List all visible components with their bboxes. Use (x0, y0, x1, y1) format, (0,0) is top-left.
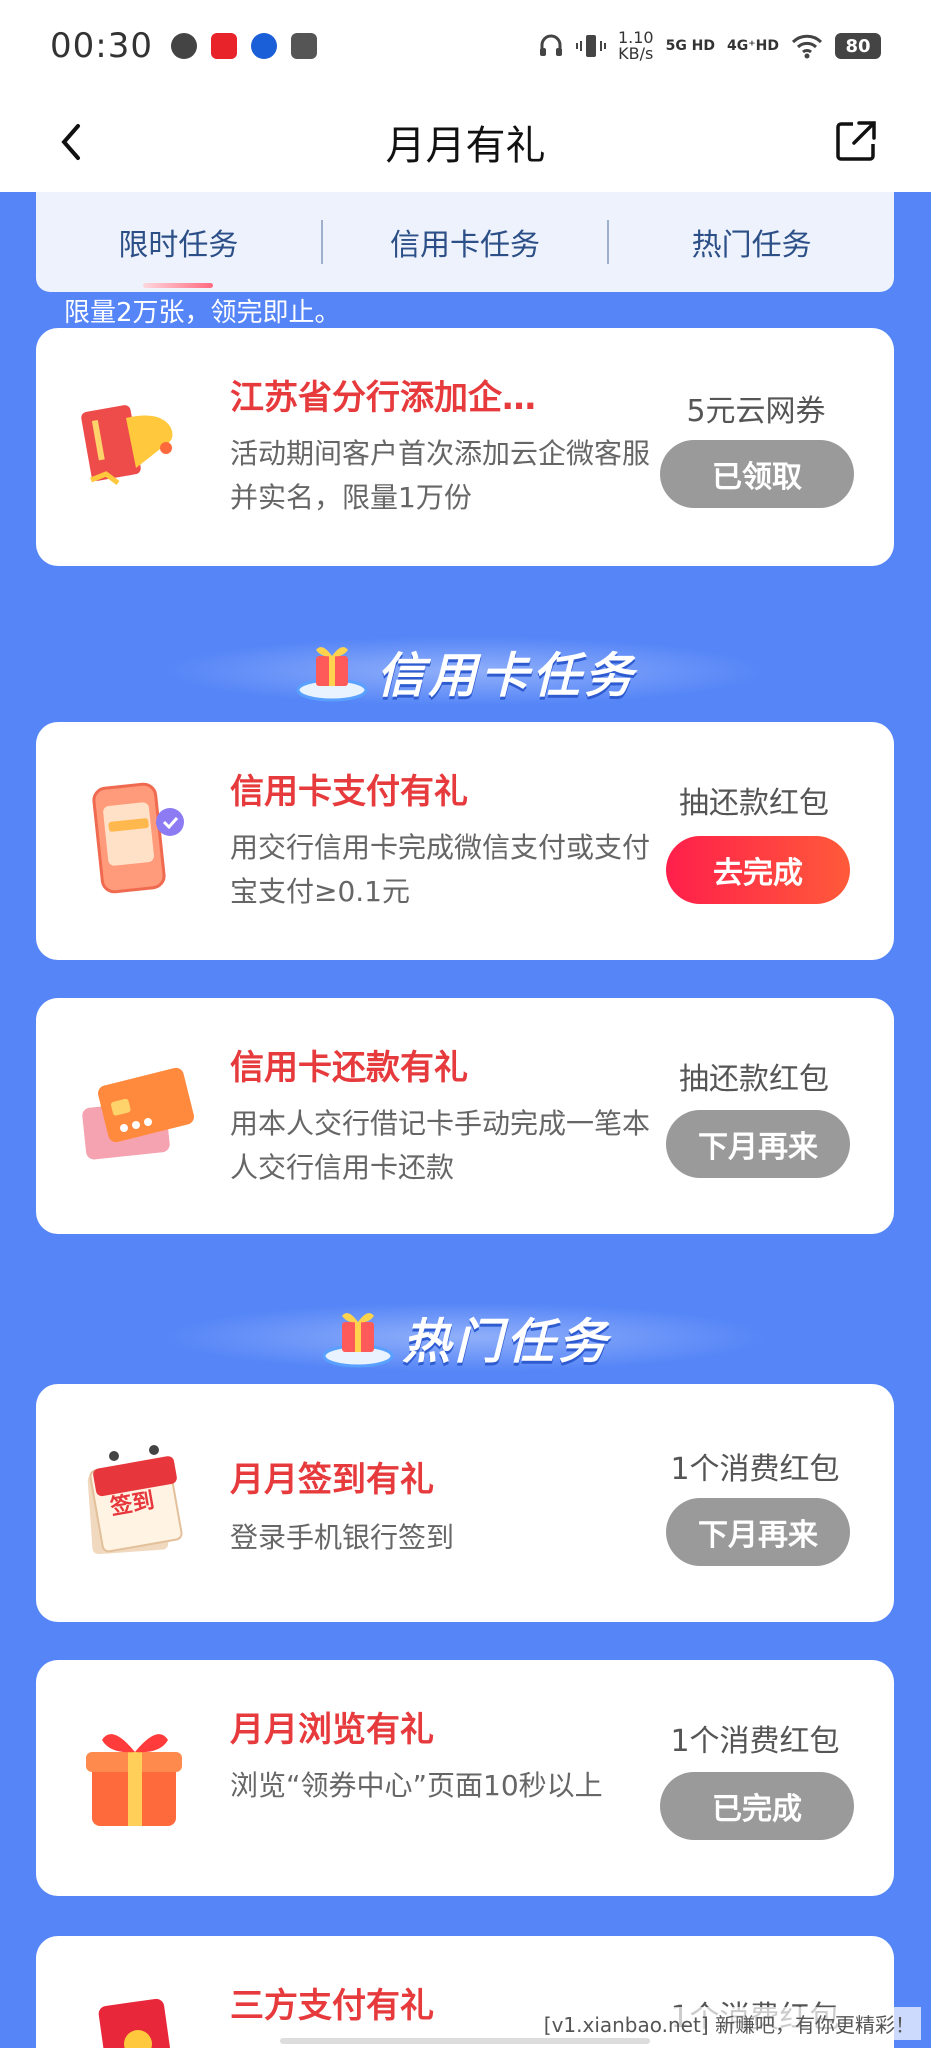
reward-label: 1个消费红包 (670, 1724, 840, 1759)
gift-lifebuoy-icon (296, 647, 368, 702)
voucher-icon (81, 405, 173, 485)
tab-limited-tasks[interactable]: 限时任务 (36, 220, 321, 288)
tab-hot-tasks[interactable]: 热门任务 (609, 220, 894, 264)
claimed-button[interactable]: 已领取 (660, 440, 854, 508)
task-card-jiangsu: 江苏省分行添加企… 活动期间客户首次添加云企微客服并实名，限量1万份 5元云网券… (36, 328, 894, 566)
task-card-browse: 月月浏览有礼 浏览“领券中心”页面10秒以上 1个消费红包 已完成 (36, 1660, 894, 1896)
watermark: [v1.xianbao.net] 新赚吧，有你更精彩！ (537, 2007, 921, 2040)
credit-card-icon (82, 1067, 195, 1160)
reward-label: 抽还款红包 (679, 1062, 829, 1097)
reward-label: 抽还款红包 (679, 786, 829, 821)
red-envelope-icon (98, 1998, 176, 2048)
wifi-icon (791, 34, 823, 59)
nav-bar: 月月有礼 (0, 92, 931, 192)
reward-label: 1个消费红包 (670, 1452, 840, 1487)
notification-icons (170, 33, 317, 59)
reward-label: 5元云网券 (686, 394, 826, 429)
back-arrow-icon[interactable] (52, 120, 92, 164)
gallery-icon (290, 33, 317, 59)
app-notification-icon (210, 33, 237, 59)
signal-4g: 4G⁺HD (727, 38, 779, 54)
active-tab-indicator (143, 283, 214, 288)
headphone-icon (539, 34, 562, 56)
tab-credit-tasks[interactable]: 信用卡任务 (323, 220, 608, 264)
page-title: 月月有礼 (385, 123, 546, 169)
net-speed-unit: KB/s (618, 44, 654, 63)
section-header-credit: 信用卡任务 (0, 626, 931, 716)
come-next-month-button[interactable]: 下月再来 (666, 1110, 850, 1178)
section-title-hot: 热门任务 (402, 1314, 611, 1370)
tab-label: 信用卡任务 (390, 228, 540, 263)
tab-label: 限时任务 (118, 228, 239, 263)
task-desc: 浏览“领券中心”页面10秒以上 (230, 1769, 603, 1802)
signal-5g: 5G HD (665, 38, 716, 54)
task-card-credit-repay: 信用卡还款有礼 用本人交行借记卡手动完成一笔本人交行信用卡还款 抽还款红包 下月… (36, 998, 894, 1234)
task-card-credit-pay: 信用卡支付有礼 用交行信用卡完成微信支付或支付宝支付≥0.1元 抽还款红包 去完… (36, 722, 894, 960)
task-tabs: 限时任务 信用卡任务 热门任务 (36, 192, 894, 292)
task-title: 信用卡支付有礼 (230, 772, 468, 812)
section-title-credit: 信用卡任务 (376, 648, 637, 704)
calendar-signin-icon: 签到 (76, 1442, 196, 1562)
completed-button[interactable]: 已完成 (660, 1772, 854, 1840)
task-desc: 用交行信用卡完成微信支付或支付宝支付≥0.1元 (230, 831, 651, 908)
task-title: 月月浏览有礼 (230, 1710, 434, 1750)
net-speed: 1.10 KB/s (618, 30, 654, 62)
tab-label: 热门任务 (691, 228, 812, 263)
share-icon[interactable] (833, 118, 879, 164)
status-right: 1.10 KB/s 5G HD 4G⁺HD 80 (538, 30, 881, 62)
gift-lifebuoy-icon (322, 1313, 394, 1368)
browser-icon (250, 33, 277, 59)
task-desc: 活动期间客户首次添加云企微客服并实名，限量1万份 (230, 437, 651, 514)
section-header-hot: 热门任务 (0, 1292, 931, 1382)
vibrate-icon (575, 35, 606, 57)
status-time: 00:30 (50, 26, 153, 66)
come-next-month-button[interactable]: 下月再来 (666, 1498, 850, 1566)
message-icon (170, 33, 197, 59)
partial-note: 限量2万张，领完即止。 (64, 298, 341, 328)
battery-indicator: 80 (835, 33, 881, 59)
task-title: 三方支付有礼 (230, 1986, 434, 2026)
status-bar: 00:30 1.10 KB/s 5G HD 4G⁺HD 80 (0, 0, 931, 92)
task-desc: 用本人交行借记卡手动完成一笔本人交行信用卡还款 (230, 1107, 651, 1184)
home-indicator (280, 2038, 650, 2044)
go-complete-button[interactable]: 去完成 (666, 836, 850, 904)
gift-box-icon (86, 1734, 182, 1826)
task-title: 信用卡还款有礼 (230, 1048, 468, 1088)
task-desc: 登录手机银行签到 (230, 1521, 455, 1554)
task-card-signin: 签到 月月签到有礼 登录手机银行签到 1个消费红包 下月再来 (36, 1384, 894, 1622)
phone-payment-icon (92, 782, 184, 894)
task-title: 江苏省分行添加企… (230, 378, 536, 418)
task-title: 月月签到有礼 (230, 1460, 434, 1500)
